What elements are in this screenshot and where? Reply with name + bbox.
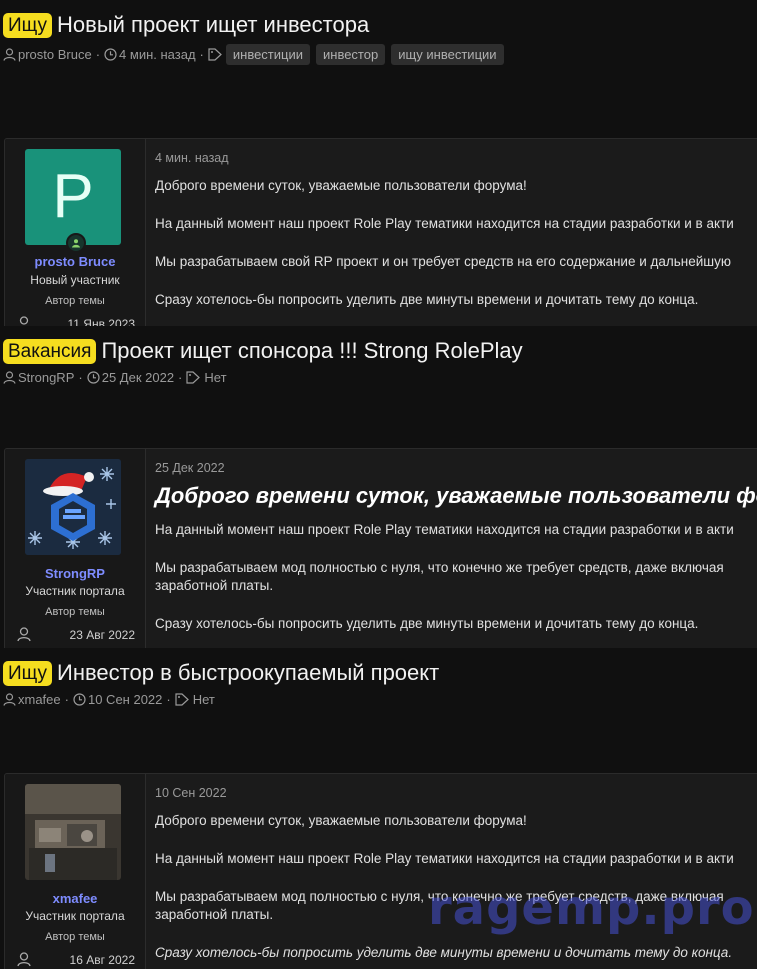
post-user-cell: StrongRP Участник портала Автор темы 23 … xyxy=(5,449,146,648)
tag-icon xyxy=(208,48,224,61)
avatar[interactable] xyxy=(25,784,121,880)
avatar[interactable]: P xyxy=(25,149,121,245)
thread-meta: prosto Bruce · 4 мин. назад · инвестиции… xyxy=(3,44,510,65)
registration-date: 23 Авг 2022 xyxy=(69,627,135,642)
clock-icon xyxy=(104,48,117,61)
post: P prosto Bruce Новый участник Автор темы… xyxy=(4,138,757,326)
thread-title-row[interactable]: Ищу Новый проект ищет инвестора xyxy=(3,12,369,38)
thread-time[interactable]: 25 Дек 2022 xyxy=(102,370,174,385)
tags-none: Нет xyxy=(204,370,227,385)
user-icon xyxy=(17,627,31,642)
user-title: Участник портала xyxy=(25,909,125,923)
post-paragraph: Мы разрабатываем свой RP проект и он тре… xyxy=(155,254,732,269)
tag-chip[interactable]: инвестор xyxy=(316,44,386,65)
clock-icon xyxy=(87,371,100,384)
thread-preview: Ищу Новый проект ищет инвестора prosto B… xyxy=(0,0,757,326)
tag-chip[interactable]: инвестиции xyxy=(225,44,310,65)
post-paragraph: Доброго времени суток, уважаемые пользов… xyxy=(155,178,527,193)
thread-preview: Вакансия Проект ищет спонсора !!! Strong… xyxy=(0,326,757,648)
post-username[interactable]: xmafee xyxy=(5,891,145,906)
user-icon xyxy=(19,316,29,326)
post-heading: Доброго времени суток, уважаемые пользов… xyxy=(155,483,757,508)
registration-row: 23 Авг 2022 xyxy=(17,627,135,642)
tags-none: Нет xyxy=(192,692,215,707)
post: StrongRP Участник портала Автор темы 23 … xyxy=(4,448,757,648)
author-badge: Автор темы xyxy=(45,606,105,618)
registration-date: 16 Авг 2022 xyxy=(69,952,135,967)
thread-prefix-label[interactable]: Ищу xyxy=(3,660,53,686)
post-content: 25 Дек 2022 Доброго времени суток, уважа… xyxy=(155,461,757,648)
post: xmafee Участник портала Автор темы 16 Ав… xyxy=(4,773,757,969)
author-badge: Автор темы xyxy=(45,931,105,943)
post-paragraph: На данный момент наш проект Role Play те… xyxy=(155,216,734,231)
post-user-cell: xmafee Участник портала Автор темы 16 Ав… xyxy=(5,774,146,969)
post-paragraph: Доброго времени суток, уважаемые пользов… xyxy=(155,813,527,828)
thread-meta: StrongRP · 25 Дек 2022 · Нет xyxy=(3,370,227,385)
thread-title-row[interactable]: Вакансия Проект ищет спонсора !!! Strong… xyxy=(3,338,523,364)
thread-prefix-label[interactable]: Вакансия xyxy=(3,338,97,364)
user-title: Участник портала xyxy=(25,584,125,598)
registration-row: 16 Авг 2022 xyxy=(17,952,135,967)
post-content: 10 Сен 2022 Доброго времени суток, уважа… xyxy=(155,786,757,969)
tag-icon xyxy=(186,371,202,384)
online-icon xyxy=(66,233,86,253)
site-watermark: ragemp.pro xyxy=(428,880,755,936)
post-paragraph: Мы разрабатываем мод полностью с нуля, ч… xyxy=(155,560,724,593)
thread-title[interactable]: Инвестор в быстроокупаемый проект xyxy=(57,660,439,686)
post-user-cell: P prosto Bruce Новый участник Автор темы… xyxy=(5,139,146,326)
thread-author[interactable]: prosto Bruce xyxy=(18,47,92,62)
post-date[interactable]: 4 мин. назад xyxy=(155,151,757,165)
post-paragraph: Сразу хотелось-бы попросить уделить две … xyxy=(155,616,699,631)
post-paragraph: Сразу хотелось-бы попросить уделить две … xyxy=(155,945,733,960)
post-paragraph: На данный момент наш проект Role Play те… xyxy=(155,522,734,537)
post-paragraph: На данный момент наш проект Role Play те… xyxy=(155,851,734,866)
author-badge: Автор темы xyxy=(45,295,105,307)
thread-time[interactable]: 10 Сен 2022 xyxy=(88,692,162,707)
user-icon xyxy=(3,693,16,706)
user-icon xyxy=(3,48,16,61)
post-date[interactable]: 10 Сен 2022 xyxy=(155,786,757,800)
thread-author[interactable]: StrongRP xyxy=(18,370,74,385)
thread-prefix-label[interactable]: Ищу xyxy=(3,12,53,38)
post-paragraph: Сразу хотелось-бы попросить уделить две … xyxy=(155,292,699,307)
thread-author[interactable]: xmafee xyxy=(18,692,61,707)
registration-date: 11 Янв 2023 xyxy=(67,316,136,327)
avatar[interactable] xyxy=(25,459,121,555)
post-content: 4 мин. назад Доброго времени суток, уваж… xyxy=(155,151,757,326)
post-username[interactable]: StrongRP xyxy=(5,566,145,581)
registration-row: 11 Янв 2023 xyxy=(17,316,135,326)
post-username[interactable]: prosto Bruce xyxy=(5,254,145,269)
thread-meta: xmafee · 10 Сен 2022 · Нет xyxy=(3,692,215,707)
thread-title[interactable]: Новый проект ищет инвестора xyxy=(57,12,369,38)
thread-time[interactable]: 4 мин. назад xyxy=(119,47,195,62)
tag-chip[interactable]: ищу инвестиции xyxy=(391,44,504,65)
user-icon xyxy=(3,371,16,384)
user-title: Новый участник xyxy=(30,273,120,287)
thread-title-row[interactable]: Ищу Инвестор в быстроокупаемый проект xyxy=(3,660,439,686)
post-date[interactable]: 25 Дек 2022 xyxy=(155,461,757,475)
clock-icon xyxy=(73,693,86,706)
user-icon xyxy=(17,952,31,967)
thread-title[interactable]: Проект ищет спонсора !!! Strong RolePlay xyxy=(101,338,522,364)
tag-icon xyxy=(175,693,191,706)
